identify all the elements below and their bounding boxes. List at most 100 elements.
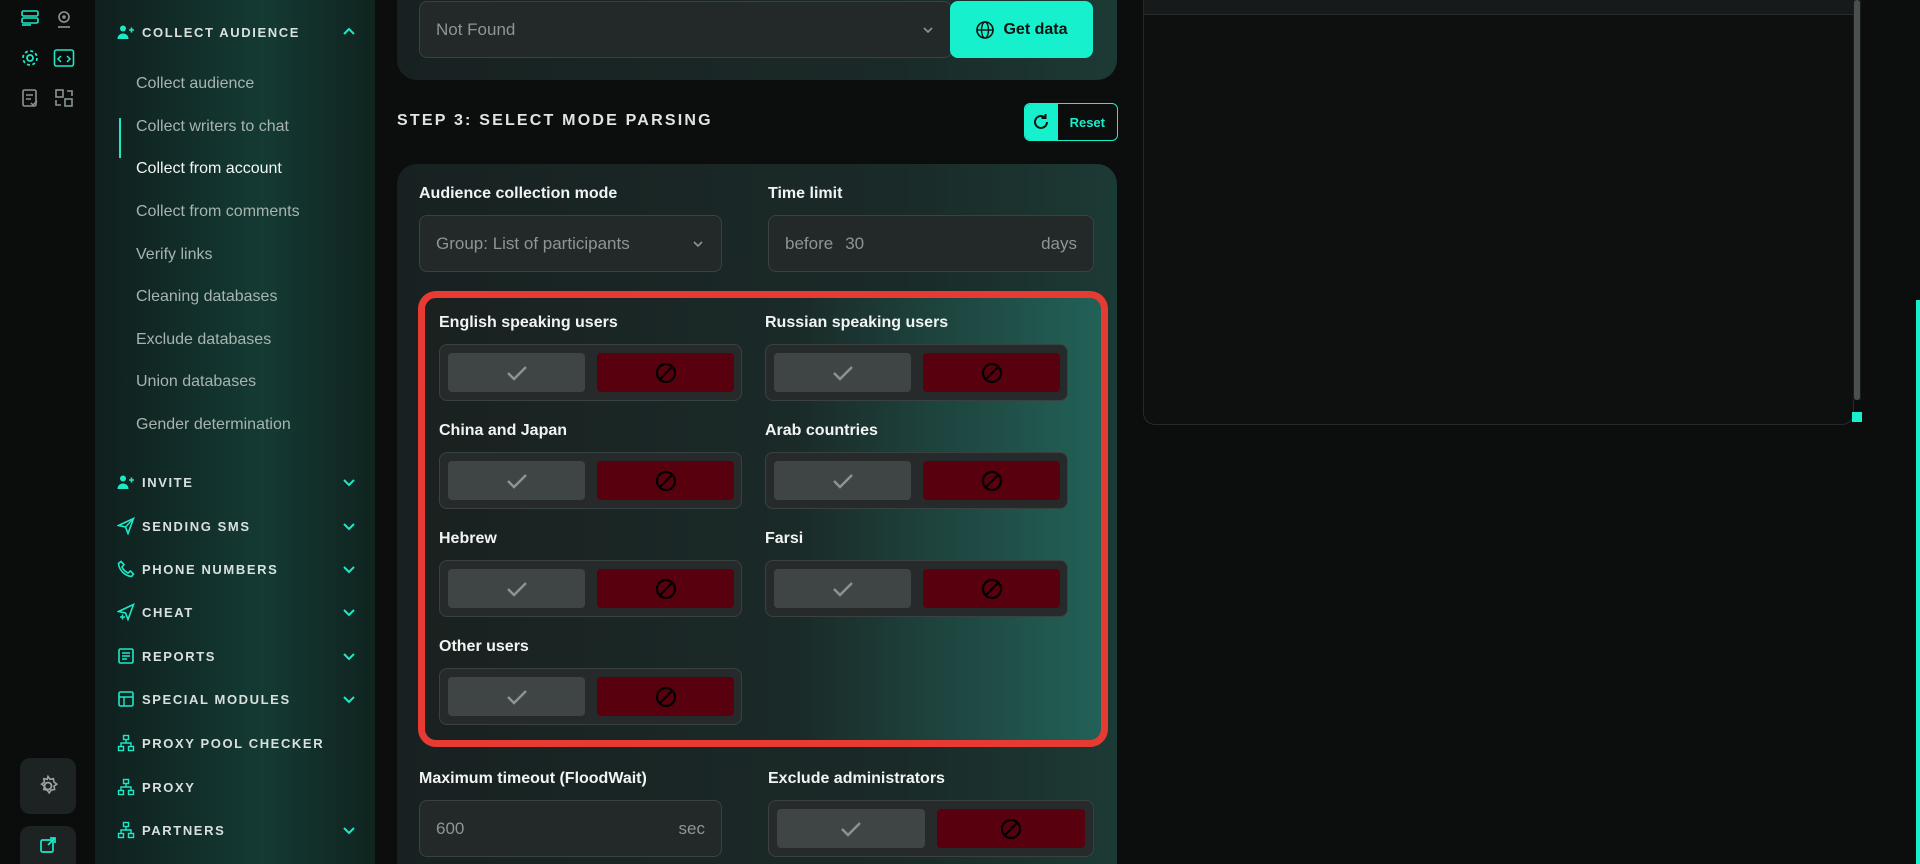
check-icon [841,821,861,837]
time-limit-prefix: before [785,233,834,253]
source-select[interactable]: Not Found [419,1,952,58]
sidebar-item-verify-links[interactable]: Verify links [136,246,212,264]
sidebar-section-sending-sms[interactable]: SENDING SMS [117,514,357,538]
collection-mode-label: Audience collection mode [419,185,618,202]
time-limit-suffix: days [1041,233,1077,253]
chevron-down-icon[interactable] [341,648,357,664]
exclude-admins-exclude[interactable] [937,809,1085,848]
log-header-strip [1144,0,1853,15]
sidebar-section-phone-numbers[interactable]: PHONE NUMBERS [117,557,357,581]
network-icon [117,778,135,796]
time-limit-field[interactable]: before 30 days [768,215,1094,272]
check-icon [832,365,853,381]
resize-handle-icon[interactable] [1852,412,1862,422]
english-users-include[interactable] [448,353,585,392]
block-icon [981,470,1002,491]
user-add-icon [117,473,135,491]
hebrew-exclude[interactable] [597,569,734,608]
block-icon [981,362,1002,383]
chevron-down-icon[interactable] [341,518,357,534]
sidebar-section-proxy-pool-checker[interactable]: PROXY POOL CHECKER [117,731,357,755]
arab-countries-exclude[interactable] [923,461,1060,500]
hebrew-include[interactable] [448,569,585,608]
russian-users-include[interactable] [774,353,911,392]
other-users-exclude[interactable] [597,677,734,716]
hebrew-toggle [439,560,742,617]
database-list-icon[interactable] [18,7,42,31]
collection-mode-value: Group: List of participants [436,233,630,253]
china-japan-include[interactable] [448,461,585,500]
chevron-down-icon[interactable] [341,561,357,577]
english-users-exclude[interactable] [597,353,734,392]
sidebar-item-union-databases[interactable]: Union databases [136,373,256,391]
timeout-label: Maximum timeout (FloodWait) [419,770,647,787]
send-plus-icon [117,603,135,621]
check-icon [832,581,853,597]
sidebar-item-collect-audience[interactable]: Collect audience [136,75,254,93]
arab-countries-label: Arab countries [765,422,878,439]
farsi-exclude[interactable] [923,569,1060,608]
layout-icon[interactable] [52,86,76,110]
sidebar-section-partners[interactable]: PARTNERS [117,818,357,842]
chevron-down-icon[interactable] [341,822,357,838]
timeout-input[interactable]: 600 [436,819,679,839]
sidebar-section-label: SENDING SMS [142,518,251,534]
timeout-field[interactable]: 600 sec [419,800,722,857]
sidebar-section-special-modules[interactable]: SPECIAL MODULES [117,687,357,711]
sidebar-item-collect-from-comments[interactable]: Collect from comments [136,203,300,221]
log-scrollbar-thumb[interactable] [1854,0,1860,400]
china-japan-exclude[interactable] [597,461,734,500]
sidebar-section-cheat[interactable]: CHEAT [117,600,357,624]
checklist-icon[interactable] [18,86,42,110]
arab-countries-include[interactable] [774,461,911,500]
page-scrollbar-accent[interactable] [1916,300,1920,864]
sidebar-item-gender-determination[interactable]: Gender determination [136,416,291,434]
step3-title: STEP 3: SELECT MODE PARSING [397,112,713,129]
farsi-include[interactable] [774,569,911,608]
user-group-icon [117,23,135,41]
code-window-icon[interactable] [52,46,76,70]
sidebar-section-proxy[interactable]: PROXY [117,775,357,799]
sidebar: COLLECT AUDIENCE Collect audience Collec… [95,0,375,864]
sidebar-section-label: INVITE [142,474,194,490]
language-filter-highlight: English speaking users Russian speaking … [418,291,1108,747]
sidebar-item-cleaning-databases[interactable]: Cleaning databases [136,288,277,306]
user-pin-icon[interactable] [52,7,76,31]
other-users-label: Other users [439,638,529,655]
external-link-icon[interactable] [20,826,76,864]
sidebar-item-collect-from-account[interactable]: Collect from account [136,160,282,178]
sidebar-section-label: PHONE NUMBERS [142,561,279,577]
russian-users-exclude[interactable] [923,353,1060,392]
exclude-admins-label: Exclude administrators [768,770,945,787]
other-users-include[interactable] [448,677,585,716]
reset-button[interactable]: Reset [1024,103,1118,141]
settings-gear-icon[interactable] [18,46,42,70]
check-icon [506,473,527,489]
log-output-box[interactable] [1143,0,1854,425]
block-icon [981,578,1002,599]
chevron-down-icon[interactable] [341,691,357,707]
globe-icon [976,20,995,39]
exclude-admins-include[interactable] [777,809,925,848]
refresh-icon [1025,104,1058,140]
sidebar-section-collect-audience[interactable]: COLLECT AUDIENCE [117,20,357,44]
main-content: Not Found Get data STEP 3: SELECT MODE P… [375,0,1135,864]
get-data-button[interactable]: Get data [950,1,1093,58]
reset-label: Reset [1069,114,1105,130]
check-icon [506,689,527,705]
network-icon [117,734,135,752]
chevron-down-icon[interactable] [341,474,357,490]
sidebar-item-exclude-databases[interactable]: Exclude databases [136,331,271,349]
sidebar-item-collect-writers[interactable]: Collect writers to chat [136,118,289,136]
collection-mode-select[interactable]: Group: List of participants [419,215,722,272]
active-indicator [119,118,121,158]
sidebar-section-invite[interactable]: INVITE [117,470,357,494]
gear-icon[interactable] [20,758,76,814]
sidebar-section-label: CHEAT [142,604,194,620]
chevron-up-icon[interactable] [341,24,357,40]
sidebar-section-reports[interactable]: REPORTS [117,644,357,668]
block-icon [655,578,676,599]
get-data-label: Get data [1003,20,1068,38]
time-limit-input[interactable]: 30 [845,234,1041,254]
chevron-down-icon[interactable] [341,604,357,620]
